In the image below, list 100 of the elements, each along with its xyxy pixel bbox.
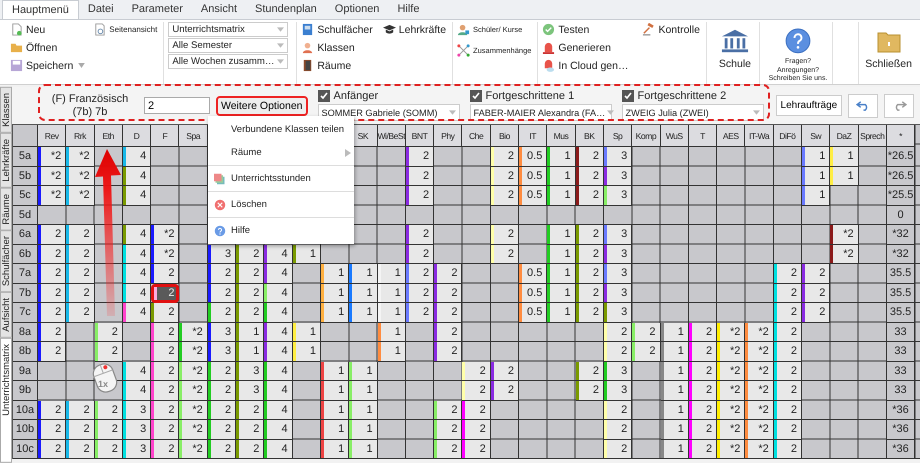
table-cell[interactable]: 1 — [660, 362, 689, 381]
table-cell[interactable]: 2 — [236, 400, 264, 420]
table-cell[interactable]: 2 — [151, 381, 180, 400]
table-cell[interactable]: *2 — [66, 166, 95, 186]
teachers-button[interactable]: Lehrkräfte — [382, 22, 446, 37]
table-cell[interactable]: 3 — [208, 342, 236, 362]
table-cell[interactable]: 2 — [236, 303, 264, 322]
table-cell[interactable]: 2 — [434, 303, 462, 322]
table-cell[interactable]: *2 — [745, 440, 774, 459]
table-cell[interactable]: 4 — [264, 400, 293, 420]
table-cell[interactable]: 2 — [688, 420, 718, 440]
table-cell[interactable]: 1 — [349, 264, 378, 284]
table-cell[interactable]: 2 — [688, 400, 718, 420]
table-cell[interactable]: 2 — [38, 284, 66, 303]
table-cell[interactable]: 2 — [66, 225, 95, 244]
table-cell[interactable]: 2 — [406, 147, 434, 166]
rooms-button[interactable]: Räume — [301, 58, 373, 73]
table-cell[interactable]: 2 — [38, 264, 66, 284]
table-cell[interactable]: 2 — [688, 381, 718, 400]
table-cell[interactable]: 4 — [264, 264, 293, 284]
table-cell[interactable]: 2 — [490, 244, 520, 264]
table-cell[interactable]: 2 — [38, 322, 66, 342]
table-cell[interactable]: 0 — [886, 206, 916, 225]
table-cell[interactable]: 2 — [802, 303, 830, 322]
table-cell[interactable]: 2 — [151, 264, 180, 284]
table-cell[interactable]: 1 — [378, 264, 406, 284]
table-cell[interactable]: 0.5 — [519, 303, 548, 322]
table-cell[interactable]: 35.5 — [886, 264, 916, 284]
table-cell[interactable]: 1 — [378, 303, 406, 322]
table-cell[interactable]: 2 — [66, 400, 95, 420]
table-cell[interactable]: *2 — [179, 381, 208, 400]
table-cell[interactable]: 2 — [632, 342, 661, 362]
save-button[interactable]: Speichern — [10, 58, 86, 73]
table-cell[interactable]: 2 — [94, 322, 123, 342]
table-cell[interactable]: 2 — [151, 284, 180, 303]
view-dropdown[interactable]: Alle Semester — [168, 38, 288, 53]
table-cell[interactable]: 2 — [576, 147, 604, 166]
table-cell[interactable]: 2 — [774, 440, 802, 459]
table-cell[interactable]: *2 — [66, 186, 95, 206]
table-cell[interactable]: 1 — [236, 342, 264, 362]
table-cell[interactable]: 2 — [462, 400, 491, 420]
table-cell[interactable]: 3 — [604, 147, 632, 166]
table-cell[interactable]: 3 — [236, 381, 264, 400]
table-cell[interactable]: 4 — [264, 244, 293, 264]
table-cell[interactable]: 3 — [604, 225, 632, 244]
menu-tab[interactable]: Hilfe — [388, 0, 428, 19]
table-cell[interactable]: 2 — [462, 381, 491, 400]
table-cell[interactable]: 1 — [292, 244, 321, 264]
table-cell[interactable]: 2 — [38, 440, 66, 459]
close-button[interactable]: Schließen — [859, 22, 920, 84]
table-cell[interactable]: 2 — [774, 400, 802, 420]
table-cell[interactable]: 2 — [66, 244, 95, 264]
table-cell[interactable]: 2 — [434, 264, 462, 284]
table-cell[interactable]: 4 — [122, 166, 152, 186]
table-cell[interactable]: 1 — [320, 284, 350, 303]
table-cell[interactable]: *2 — [717, 322, 746, 342]
table-cell[interactable]: 4 — [122, 362, 152, 381]
table-cell[interactable]: 2 — [151, 440, 180, 459]
table-cell[interactable]: 1 — [349, 400, 378, 420]
table-cell[interactable]: 4 — [122, 225, 152, 244]
table-cell[interactable]: *2 — [179, 342, 208, 362]
table-cell[interactable]: 2 — [462, 362, 491, 381]
table-cell[interactable]: *36 — [886, 420, 916, 440]
table-cell[interactable]: *2 — [745, 400, 774, 420]
table-cell[interactable]: 4 — [264, 342, 293, 362]
table-cell[interactable]: 1 — [378, 284, 406, 303]
table-cell[interactable]: *32 — [886, 225, 916, 244]
table-cell[interactable]: 1 — [547, 264, 576, 284]
table-cell[interactable]: 2 — [576, 303, 604, 322]
table-cell[interactable]: *2 — [179, 362, 208, 381]
table-cell[interactable]: 1 — [547, 147, 576, 166]
table-cell[interactable]: 3 — [122, 420, 152, 440]
table-cell[interactable]: 1 — [660, 400, 689, 420]
table-cell[interactable]: 2 — [66, 420, 95, 440]
table-cell[interactable]: 1 — [660, 440, 689, 459]
menu-item[interactable]: Löschen — [208, 193, 354, 216]
table-cell[interactable]: 2 — [406, 284, 434, 303]
test-button[interactable]: Testen — [542, 22, 628, 37]
table-cell[interactable]: 2 — [434, 284, 462, 303]
table-cell[interactable]: 2 — [576, 186, 604, 206]
table-cell[interactable]: *2 — [151, 244, 180, 264]
table-cell[interactable]: 1 — [547, 186, 576, 206]
table-cell[interactable]: 4 — [264, 303, 293, 322]
table-cell[interactable]: 3 — [604, 244, 632, 264]
table-cell[interactable]: *2 — [179, 440, 208, 459]
table-cell[interactable]: *2 — [38, 186, 66, 206]
table-cell[interactable]: 4 — [122, 303, 152, 322]
table-cell[interactable]: *2 — [745, 342, 774, 362]
table-cell[interactable]: 1 — [349, 284, 378, 303]
table-cell[interactable]: *2 — [38, 166, 66, 186]
table-cell[interactable]: 2 — [604, 440, 632, 459]
check-button[interactable]: Kontrolle — [642, 22, 700, 37]
table-cell[interactable]: 1 — [320, 362, 350, 381]
table-cell[interactable]: 2 — [151, 420, 180, 440]
table-cell[interactable]: 1 — [349, 362, 378, 381]
table-cell[interactable]: 1 — [349, 381, 378, 400]
table-cell[interactable]: 1 — [320, 303, 350, 322]
table-cell[interactable]: 2 — [774, 420, 802, 440]
teacher-dropdown[interactable]: FABER-MAIER Alexandra (FA… — [470, 104, 612, 121]
table-cell[interactable]: 2 — [406, 264, 434, 284]
